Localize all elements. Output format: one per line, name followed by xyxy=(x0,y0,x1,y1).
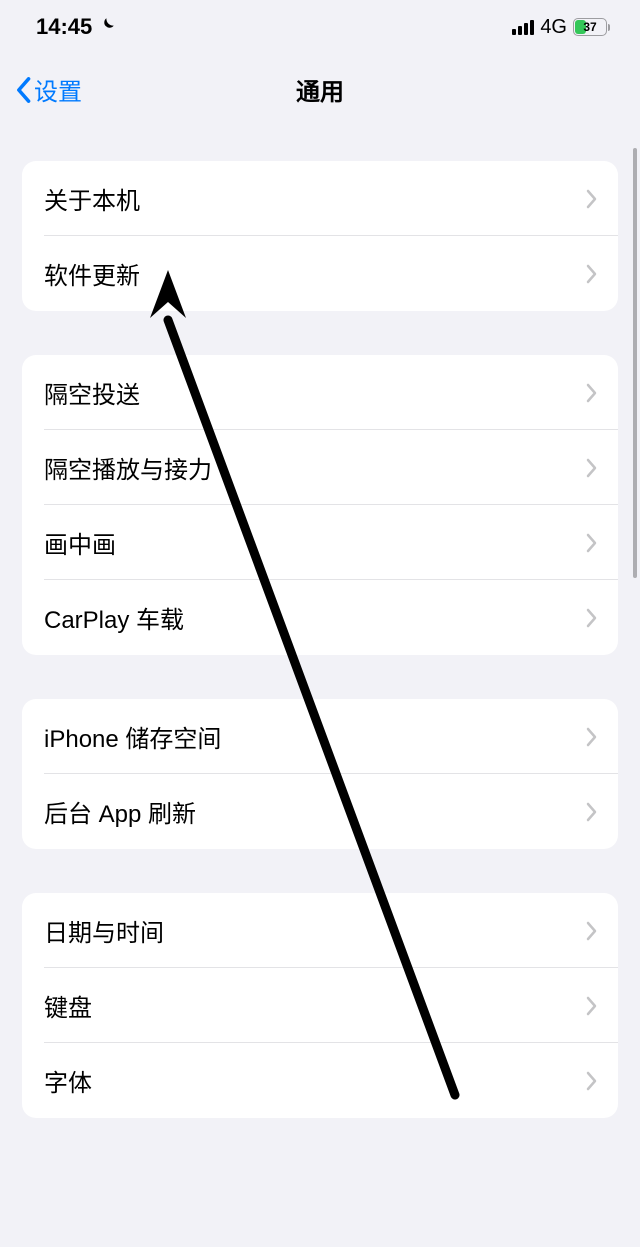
section-datetime: 日期与时间 键盘 字体 xyxy=(22,893,618,1118)
row-label: 隔空播放与接力 xyxy=(44,450,212,485)
chevron-right-icon xyxy=(586,189,598,209)
chevron-right-icon xyxy=(586,264,598,284)
status-time: 14:45 xyxy=(36,14,92,40)
chevron-right-icon xyxy=(586,996,598,1016)
chevron-right-icon xyxy=(586,1071,598,1091)
row-label: CarPlay 车载 xyxy=(44,600,184,635)
row-label: 软件更新 xyxy=(44,256,140,291)
row-font[interactable]: 字体 xyxy=(22,1043,618,1118)
chevron-right-icon xyxy=(586,727,598,747)
row-label: 画中画 xyxy=(44,525,116,560)
row-date-time[interactable]: 日期与时间 xyxy=(22,893,618,968)
network-type: 4G xyxy=(540,16,567,39)
row-pip[interactable]: 画中画 xyxy=(22,505,618,580)
chevron-right-icon xyxy=(586,802,598,822)
scrollbar[interactable] xyxy=(633,148,637,578)
chevron-left-icon xyxy=(14,76,32,104)
content: 关于本机 软件更新 隔空投送 隔空播放与接力 画中画 xyxy=(0,125,640,1118)
nav-header: 设置 通用 xyxy=(0,50,640,125)
section-about: 关于本机 软件更新 xyxy=(22,161,618,311)
row-label: 键盘 xyxy=(44,988,92,1023)
row-background-refresh[interactable]: 后台 App 刷新 xyxy=(22,774,618,849)
row-about[interactable]: 关于本机 xyxy=(22,161,618,236)
chevron-right-icon xyxy=(586,383,598,403)
chevron-right-icon xyxy=(586,458,598,478)
status-right: 4G 37 xyxy=(512,16,610,39)
chevron-right-icon xyxy=(586,533,598,553)
row-iphone-storage[interactable]: iPhone 储存空间 xyxy=(22,699,618,774)
chevron-right-icon xyxy=(586,608,598,628)
row-label: 关于本机 xyxy=(44,181,140,216)
row-keyboard[interactable]: 键盘 xyxy=(22,968,618,1043)
back-label: 设置 xyxy=(34,72,82,107)
row-label: 日期与时间 xyxy=(44,913,164,948)
row-label: 字体 xyxy=(44,1063,92,1098)
row-label: 后台 App 刷新 xyxy=(44,794,196,829)
row-carplay[interactable]: CarPlay 车载 xyxy=(22,580,618,655)
row-label: 隔空投送 xyxy=(44,375,140,410)
page-title: 通用 xyxy=(296,72,344,107)
section-airdrop: 隔空投送 隔空播放与接力 画中画 CarPlay 车载 xyxy=(22,355,618,655)
status-left: 14:45 xyxy=(36,14,116,40)
moon-icon xyxy=(98,16,116,39)
signal-icon xyxy=(512,19,534,35)
row-airdrop[interactable]: 隔空投送 xyxy=(22,355,618,430)
battery-icon: 37 xyxy=(573,18,610,36)
row-airplay-handoff[interactable]: 隔空播放与接力 xyxy=(22,430,618,505)
row-software-update[interactable]: 软件更新 xyxy=(22,236,618,311)
section-storage: iPhone 储存空间 后台 App 刷新 xyxy=(22,699,618,849)
chevron-right-icon xyxy=(586,921,598,941)
status-bar: 14:45 4G 37 xyxy=(0,0,640,50)
battery-percent: 37 xyxy=(574,21,606,33)
row-label: iPhone 储存空间 xyxy=(44,719,221,754)
back-button[interactable]: 设置 xyxy=(14,72,82,107)
